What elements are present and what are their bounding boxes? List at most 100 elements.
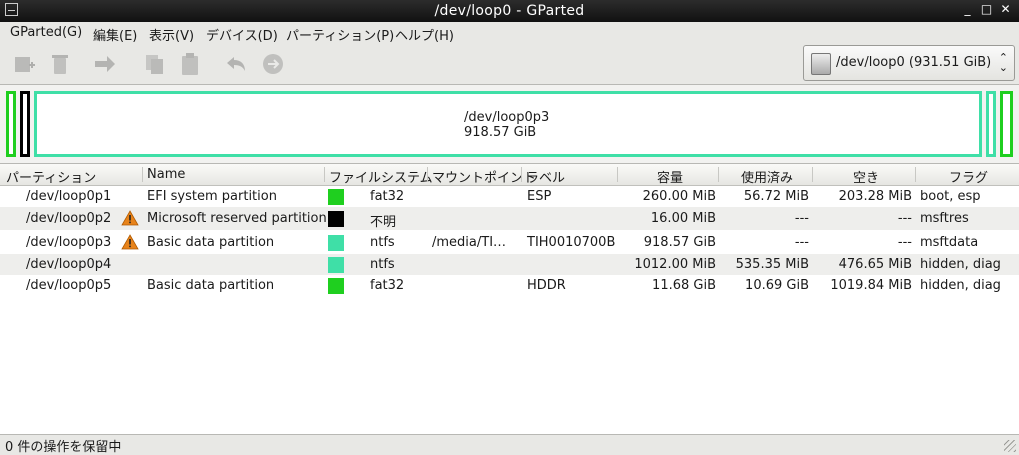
menu-help[interactable]: ヘルプ(H) — [395, 25, 454, 44]
column-label[interactable]: ラベル — [526, 167, 565, 186]
partition-block-loop0p1[interactable] — [4, 89, 18, 159]
partition-free: 476.65 MiB — [838, 257, 912, 272]
column-name[interactable]: Name — [147, 167, 185, 182]
partition-label: HDDR — [527, 278, 566, 293]
partition-free: 203.28 MiB — [838, 189, 912, 204]
device-selector[interactable]: /dev/loop0 (931.51 GiB) ⌃ ⌄ — [803, 45, 1015, 81]
partition-flags: msftdata — [920, 235, 979, 250]
partition-filesystem: ntfs — [370, 257, 395, 272]
table-header: パーティション Name ファイルシステム マウントポイント ラベル 容量 使用… — [0, 164, 1019, 186]
fs-fat32-frame — [6, 91, 16, 157]
column-separator — [718, 167, 719, 182]
copy-icon[interactable] — [143, 52, 167, 76]
partition-label: ESP — [527, 189, 552, 204]
menu-gparted[interactable]: GParted(G) — [10, 25, 82, 40]
column-free[interactable]: 空き — [853, 167, 879, 186]
fs-color-swatch — [328, 189, 344, 205]
warning-icon[interactable] — [121, 210, 139, 226]
title-bar: /dev/loop0 - GParted _ □ ✕ — [0, 0, 1019, 22]
partition-path: /dev/loop0p4 — [26, 257, 112, 272]
map-partition-size: 918.57 GiB — [464, 125, 537, 140]
partition-flags: msftres — [920, 211, 969, 226]
partition-free: --- — [897, 211, 912, 226]
column-separator — [617, 167, 618, 182]
table-row[interactable]: /dev/loop0p5 Basic data partition fat32 … — [0, 275, 1019, 296]
new-partition-icon[interactable] — [12, 52, 36, 76]
pending-operations-status: 0 件の操作を保留中 — [5, 440, 122, 455]
partition-path: /dev/loop0p1 — [26, 189, 112, 204]
hard-disk-icon — [811, 53, 831, 75]
column-filesystem[interactable]: ファイルシステム — [329, 167, 433, 186]
column-separator — [812, 167, 813, 182]
table-row[interactable]: /dev/loop0p4 ntfs 1012.00 MiB 535.35 MiB… — [0, 254, 1019, 275]
partition-block-loop0p5[interactable] — [998, 89, 1015, 159]
partition-filesystem: fat32 — [370, 189, 405, 204]
undo-icon[interactable] — [225, 52, 249, 76]
apply-icon[interactable] — [261, 52, 285, 76]
column-flags[interactable]: フラグ — [949, 167, 988, 186]
partition-free: 1019.84 MiB — [830, 278, 912, 293]
window-title: /dev/loop0 - GParted — [434, 3, 585, 19]
close-button[interactable]: ✕ — [998, 2, 1013, 17]
fs-color-swatch — [328, 278, 344, 294]
fs-fat32-frame — [1000, 91, 1013, 157]
map-partition-name: /dev/loop0p3 — [464, 110, 550, 125]
column-separator — [142, 167, 143, 182]
table-row[interactable]: /dev/loop0p2 Microsoft reserved partitio… — [0, 207, 1019, 230]
menu-edit[interactable]: 編集(E) — [93, 25, 137, 44]
table-row[interactable]: /dev/loop0p3 Basic data partition ntfs /… — [0, 230, 1019, 254]
partition-size: 1012.00 MiB — [634, 257, 716, 272]
fs-color-swatch — [328, 211, 344, 227]
partition-used: 56.72 MiB — [743, 189, 809, 204]
partition-map: /dev/loop0p3 918.57 GiB — [0, 84, 1019, 164]
partition-free: --- — [897, 235, 912, 250]
menu-device[interactable]: デバイス(D) — [206, 25, 278, 44]
delete-icon[interactable] — [48, 52, 72, 76]
partition-size: 260.00 MiB — [642, 189, 716, 204]
partition-size: 918.57 GiB — [643, 235, 716, 250]
partition-name: Basic data partition — [147, 235, 275, 250]
column-size[interactable]: 容量 — [657, 167, 683, 186]
up-down-arrows-icon: ⌃ ⌄ — [998, 51, 1008, 74]
partition-name: Basic data partition — [147, 278, 275, 293]
device-selector-label: /dev/loop0 (931.51 GiB) — [836, 55, 992, 70]
menu-partition[interactable]: パーティション(P) — [286, 25, 394, 44]
partition-flags: hidden, diag — [920, 278, 1001, 293]
partition-size: 16.00 MiB — [650, 211, 716, 226]
fs-color-swatch — [328, 257, 344, 273]
table-row[interactable]: /dev/loop0p1 EFI system partition fat32 … — [0, 186, 1019, 207]
minimize-button[interactable]: _ — [960, 2, 975, 17]
column-used[interactable]: 使用済み — [741, 167, 793, 186]
map-partition-label: /dev/loop0p3 918.57 GiB — [464, 110, 549, 140]
column-separator — [427, 167, 428, 182]
partition-flags: boot, esp — [920, 189, 981, 204]
partition-used: --- — [794, 235, 809, 250]
status-bar: 0 件の操作を保留中 — [0, 434, 1019, 455]
paste-icon[interactable] — [178, 52, 202, 76]
maximize-button[interactable]: □ — [979, 2, 994, 17]
fs-ntfs-frame — [986, 91, 996, 157]
column-partition[interactable]: パーティション — [6, 167, 96, 186]
partition-mountpoint: /media/TI… — [432, 235, 507, 250]
fs-unknown-frame — [20, 91, 30, 157]
fs-color-swatch — [328, 235, 344, 251]
partition-filesystem: 不明 — [370, 215, 397, 230]
partition-path: /dev/loop0p5 — [26, 278, 112, 293]
partition-filesystem: fat32 — [370, 278, 405, 293]
partition-table: パーティション Name ファイルシステム マウントポイント ラベル 容量 使用… — [0, 164, 1019, 434]
partition-path: /dev/loop0p3 — [26, 235, 112, 250]
partition-label: TIH0010700B — [527, 235, 616, 250]
partition-name: EFI system partition — [147, 189, 277, 204]
resize-move-icon[interactable] — [93, 52, 117, 76]
column-separator — [915, 167, 916, 182]
partition-used: --- — [794, 211, 809, 226]
column-separator — [324, 167, 325, 182]
partition-block-loop0p2[interactable] — [18, 89, 32, 159]
partition-path: /dev/loop0p2 — [26, 211, 112, 226]
warning-icon[interactable] — [121, 234, 139, 250]
menu-view[interactable]: 表示(V) — [149, 25, 194, 44]
menu-bar: GParted(G) 編集(E) 表示(V) デバイス(D) パーティション(P… — [0, 22, 1019, 45]
partition-block-loop0p4[interactable] — [984, 89, 998, 159]
partition-filesystem: ntfs — [370, 235, 395, 250]
resize-grip-icon[interactable] — [1004, 440, 1016, 452]
